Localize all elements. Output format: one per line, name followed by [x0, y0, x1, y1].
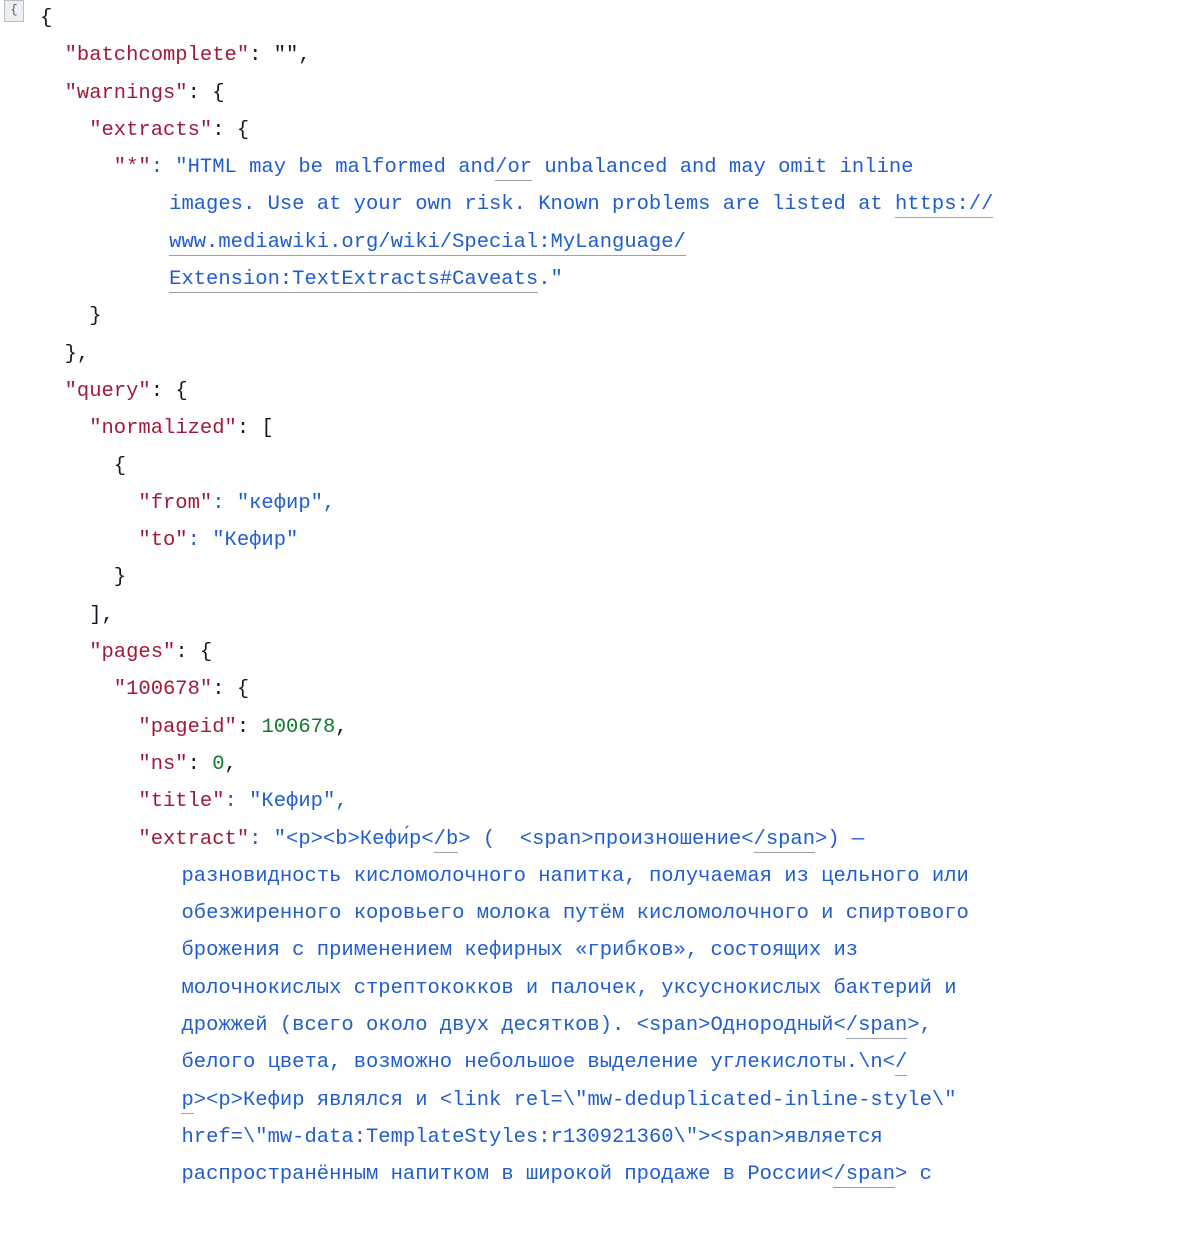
json-key: "*" [114, 156, 151, 179]
json-key: "query" [65, 380, 151, 403]
fold-gutter-toggle[interactable]: { [4, 0, 24, 22]
link-segment: /or [495, 156, 532, 181]
link-segment: https:// [895, 193, 993, 218]
brace-open: { [114, 455, 126, 478]
json-key: "extracts" [89, 119, 212, 142]
brace-close: } [89, 305, 101, 328]
brace-close: }, [65, 343, 90, 366]
json-key: "title" [138, 790, 224, 813]
json-key: "pages" [89, 641, 175, 664]
json-key: "warnings" [65, 82, 188, 105]
json-key: "100678" [114, 678, 212, 701]
json-key: "to" [138, 529, 187, 552]
json-key: "extract" [138, 828, 249, 851]
json-number: 100678 [261, 716, 335, 739]
link-segment: Extension:TextExtracts#Caveats [169, 268, 538, 293]
json-source: { "batchcomplete": "","warnings": {"extr… [40, 0, 1160, 1194]
json-key: "ns" [138, 753, 187, 776]
brace-close: } [114, 566, 126, 589]
json-key: "from" [138, 492, 212, 515]
link-segment: www.mediawiki.org/wiki/Special:MyLanguag… [169, 231, 686, 256]
json-number: 0 [212, 753, 224, 776]
json-key: "batchcomplete" [65, 44, 250, 67]
json-code-block: { { "batchcomplete": "","warnings": {"ex… [0, 0, 1200, 1234]
json-key: "pageid" [138, 716, 236, 739]
brace-open: { [40, 7, 52, 30]
bracket-close: ], [89, 604, 114, 627]
json-key: "normalized" [89, 417, 237, 440]
